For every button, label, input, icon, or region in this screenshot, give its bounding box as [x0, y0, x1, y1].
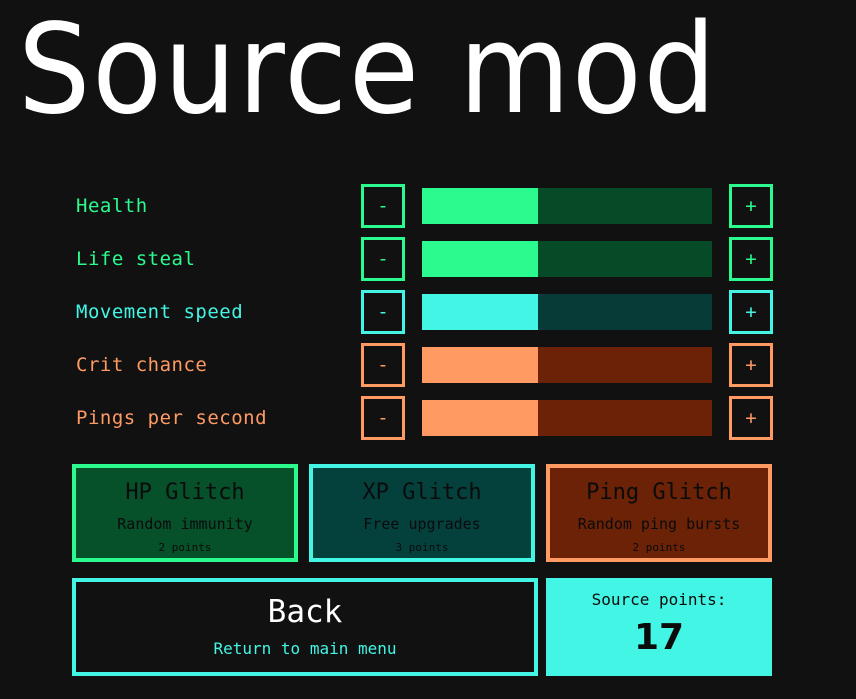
- back-button[interactable]: Back Return to main menu: [72, 578, 538, 676]
- decrement-button[interactable]: -: [361, 184, 405, 228]
- stat-pip-empty: [654, 400, 712, 436]
- stat-control-group: - +: [361, 237, 773, 281]
- stat-pip-empty: [596, 347, 654, 383]
- stat-pip-filled: [422, 347, 480, 383]
- stat-pip-empty: [596, 400, 654, 436]
- stat-label: Life steal: [76, 248, 196, 270]
- stat-pip-empty: [538, 400, 596, 436]
- glitch-card-description: Random ping bursts: [577, 515, 741, 533]
- glitch-card-title: Ping Glitch: [586, 480, 732, 505]
- stat-pip-filled: [480, 400, 538, 436]
- back-button-label: Back: [267, 594, 343, 630]
- stat-pip-empty: [654, 188, 712, 224]
- stat-pip-empty: [538, 347, 596, 383]
- glitch-card-description: Random immunity: [117, 515, 253, 533]
- glitch-card-cost: 2 points: [632, 541, 686, 554]
- stat-pip-empty: [654, 241, 712, 277]
- stat-pip-empty: [596, 188, 654, 224]
- stat-pip-empty: [538, 188, 596, 224]
- stat-pip-track: [405, 290, 729, 334]
- decrement-button[interactable]: -: [361, 396, 405, 440]
- increment-button[interactable]: +: [729, 290, 773, 334]
- stat-pip-filled: [480, 294, 538, 330]
- stat-pip-empty: [654, 294, 712, 330]
- increment-button[interactable]: +: [729, 343, 773, 387]
- stat-pip-track: [405, 237, 729, 281]
- glitch-card-title: HP Glitch: [125, 480, 245, 505]
- stat-pip-filled: [422, 188, 480, 224]
- stat-pip-empty: [538, 294, 596, 330]
- increment-button[interactable]: +: [729, 237, 773, 281]
- stat-pip-track: [405, 396, 729, 440]
- stat-pip-filled: [480, 347, 538, 383]
- decrement-button[interactable]: -: [361, 290, 405, 334]
- stat-control-group: - +: [361, 184, 773, 228]
- decrement-button[interactable]: -: [361, 237, 405, 281]
- glitch-card-cost: 3 points: [395, 541, 449, 554]
- glitch-card[interactable]: Ping Glitch Random ping bursts 2 points: [546, 464, 772, 562]
- stat-row: Crit chance - +: [0, 343, 856, 396]
- back-button-subtitle: Return to main menu: [213, 639, 397, 658]
- increment-button[interactable]: +: [729, 396, 773, 440]
- stat-pip-empty: [596, 241, 654, 277]
- stat-control-group: - +: [361, 343, 773, 387]
- stat-pip-track: [405, 184, 729, 228]
- stat-label: Crit chance: [76, 354, 208, 376]
- stat-row: Health - +: [0, 184, 856, 237]
- increment-button[interactable]: +: [729, 184, 773, 228]
- glitch-card-description: Free upgrades: [363, 515, 481, 533]
- glitch-card-list: HP Glitch Random immunity 2 points XP Glitc…: [72, 464, 772, 562]
- stat-pip-filled: [480, 188, 538, 224]
- source-points-value: 17: [633, 617, 685, 658]
- page-title: Source mod: [18, 0, 718, 142]
- stat-row: Movement speed - +: [0, 290, 856, 343]
- stat-control-group: - +: [361, 396, 773, 440]
- stat-pip-empty: [596, 294, 654, 330]
- stat-control-group: - +: [361, 290, 773, 334]
- stat-row: Pings per second - +: [0, 396, 856, 449]
- glitch-card[interactable]: HP Glitch Random immunity 2 points: [72, 464, 298, 562]
- stat-pip-filled: [480, 241, 538, 277]
- source-points-panel: Source points: 17: [546, 578, 772, 676]
- glitch-card[interactable]: XP Glitch Free upgrades 3 points: [309, 464, 535, 562]
- stat-pip-empty: [538, 241, 596, 277]
- stat-pip-filled: [422, 400, 480, 436]
- decrement-button[interactable]: -: [361, 343, 405, 387]
- stat-upgrade-list: Health - + Life steal - + Movement speed - + Crit…: [0, 184, 856, 449]
- stat-label: Movement speed: [76, 301, 244, 323]
- source-points-label: Source points:: [591, 590, 727, 609]
- stat-pip-track: [405, 343, 729, 387]
- bottom-action-row: Back Return to main menu Source points: …: [72, 578, 772, 676]
- stat-pip-filled: [422, 241, 480, 277]
- stat-row: Life steal - +: [0, 237, 856, 290]
- stat-label: Pings per second: [76, 407, 268, 429]
- stat-label: Health: [76, 195, 148, 217]
- glitch-card-cost: 2 points: [158, 541, 212, 554]
- stat-pip-filled: [422, 294, 480, 330]
- glitch-card-title: XP Glitch: [362, 480, 482, 505]
- stat-pip-empty: [654, 347, 712, 383]
